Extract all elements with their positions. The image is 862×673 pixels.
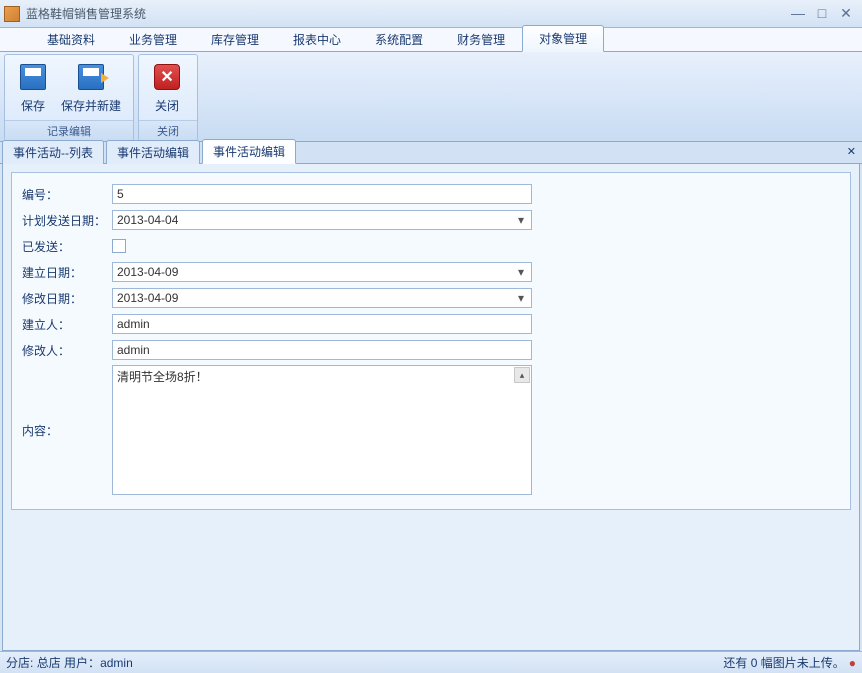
id-input[interactable]: 5 [112, 184, 532, 204]
menu-tab-system[interactable]: 系统配置 [358, 26, 440, 52]
field-value: 5 [117, 187, 124, 201]
menu-tab-label: 系统配置 [375, 33, 423, 47]
menu-tab-label: 库存管理 [211, 33, 259, 47]
field-value: 2013-04-09 [117, 291, 178, 305]
status-user-label: 用户： [64, 654, 100, 671]
document-tabs: 事件活动--列表 事件活动编辑 事件活动编辑 ✕ [0, 142, 862, 164]
menu-tab-object[interactable]: 对象管理 [522, 25, 604, 52]
doc-tab-event-edit-2[interactable]: 事件活动编辑 [202, 139, 296, 164]
save-and-new-button[interactable]: 保存并新建 [55, 59, 127, 116]
ribbon-btn-label: 保存 [21, 97, 45, 114]
plan-date-label: 计划发送日期： [22, 212, 112, 229]
ribbon-group-record-edit: 保存 保存并新建 记录编辑 [4, 54, 134, 141]
sent-checkbox[interactable] [112, 239, 126, 253]
status-bar: 分店: 总店 用户： admin 还有 0 幅图片未上传。 ● [0, 651, 862, 673]
ribbon-group-label: 关闭 [139, 120, 197, 141]
ribbon-btn-label: 保存并新建 [61, 97, 121, 114]
menu-tab-label: 基础资料 [47, 33, 95, 47]
minimize-button[interactable]: — [786, 5, 810, 23]
content-textarea[interactable]: 清明节全场8折！ ▴ [112, 365, 532, 495]
creator-input[interactable]: admin [112, 314, 532, 334]
window-title: 蓝格鞋帽销售管理系统 [26, 5, 786, 22]
status-user-value: admin [100, 656, 133, 670]
field-value: 2013-04-04 [117, 213, 178, 227]
field-value: admin [117, 343, 150, 357]
menu-tab-label: 对象管理 [539, 32, 587, 46]
id-label: 编号： [22, 186, 112, 203]
scroll-up-icon[interactable]: ▴ [514, 367, 530, 383]
chevron-down-icon[interactable]: ▾ [513, 213, 529, 227]
save-new-icon [78, 64, 104, 90]
menu-tab-reports[interactable]: 报表中心 [276, 26, 358, 52]
doc-tab-label: 事件活动编辑 [213, 145, 285, 159]
menu-tab-label: 业务管理 [129, 33, 177, 47]
maximize-button[interactable]: □ [810, 5, 834, 23]
save-button[interactable]: 保存 [11, 59, 55, 116]
ribbon-group-close: 关闭 关闭 [138, 54, 198, 141]
menu-tab-business[interactable]: 业务管理 [112, 26, 194, 52]
save-icon [20, 64, 46, 90]
create-date-label: 建立日期： [22, 264, 112, 281]
content-label: 内容： [22, 422, 112, 439]
menu-tab-label: 报表中心 [293, 33, 341, 47]
doc-tab-label: 事件活动编辑 [117, 146, 189, 160]
plan-date-picker[interactable]: 2013-04-04 ▾ [112, 210, 532, 230]
chevron-down-icon[interactable]: ▾ [513, 291, 529, 305]
doc-tab-label: 事件活动--列表 [13, 146, 93, 160]
menu-tab-inventory[interactable]: 库存管理 [194, 26, 276, 52]
modifier-input[interactable]: admin [112, 340, 532, 360]
modify-date-picker[interactable]: 2013-04-09 ▾ [112, 288, 532, 308]
close-button[interactable]: 关闭 [145, 59, 189, 116]
main-menu: 基础资料 业务管理 库存管理 报表中心 系统配置 财务管理 对象管理 [0, 28, 862, 52]
menu-tab-basic-data[interactable]: 基础资料 [30, 26, 112, 52]
form-panel: 编号： 5 计划发送日期： 2013-04-04 ▾ 已发送： 建立日期： 20… [11, 172, 851, 510]
titlebar: 蓝格鞋帽销售管理系统 — □ ✕ [0, 0, 862, 28]
content-area: 编号： 5 计划发送日期： 2013-04-04 ▾ 已发送： 建立日期： 20… [2, 164, 860, 651]
status-dot-icon: ● [849, 656, 856, 670]
ribbon-toolbar: 保存 保存并新建 记录编辑 关闭 关闭 [0, 52, 862, 142]
status-upload-info: 还有 0 幅图片未上传。 [723, 654, 844, 671]
chevron-down-icon[interactable]: ▾ [513, 265, 529, 279]
app-icon [4, 6, 20, 22]
close-window-button[interactable]: ✕ [834, 5, 858, 23]
field-value: admin [117, 317, 150, 331]
doc-tab-event-edit-1[interactable]: 事件活动编辑 [106, 140, 200, 164]
sent-label: 已发送： [22, 238, 112, 255]
doc-tabs-close-button[interactable]: ✕ [847, 145, 856, 158]
ribbon-btn-label: 关闭 [155, 97, 179, 114]
status-store-value: 总店 [37, 654, 61, 671]
creator-label: 建立人： [22, 316, 112, 333]
create-date-picker[interactable]: 2013-04-09 ▾ [112, 262, 532, 282]
modify-date-label: 修改日期： [22, 290, 112, 307]
status-store-label: 分店: [6, 654, 33, 671]
doc-tab-event-list[interactable]: 事件活动--列表 [2, 140, 104, 164]
ribbon-group-label: 记录编辑 [5, 120, 133, 141]
close-icon [154, 64, 180, 90]
field-value: 2013-04-09 [117, 265, 178, 279]
modifier-label: 修改人： [22, 342, 112, 359]
field-value: 清明节全场8折！ [117, 368, 208, 385]
menu-tab-label: 财务管理 [457, 33, 505, 47]
menu-tab-finance[interactable]: 财务管理 [440, 26, 522, 52]
